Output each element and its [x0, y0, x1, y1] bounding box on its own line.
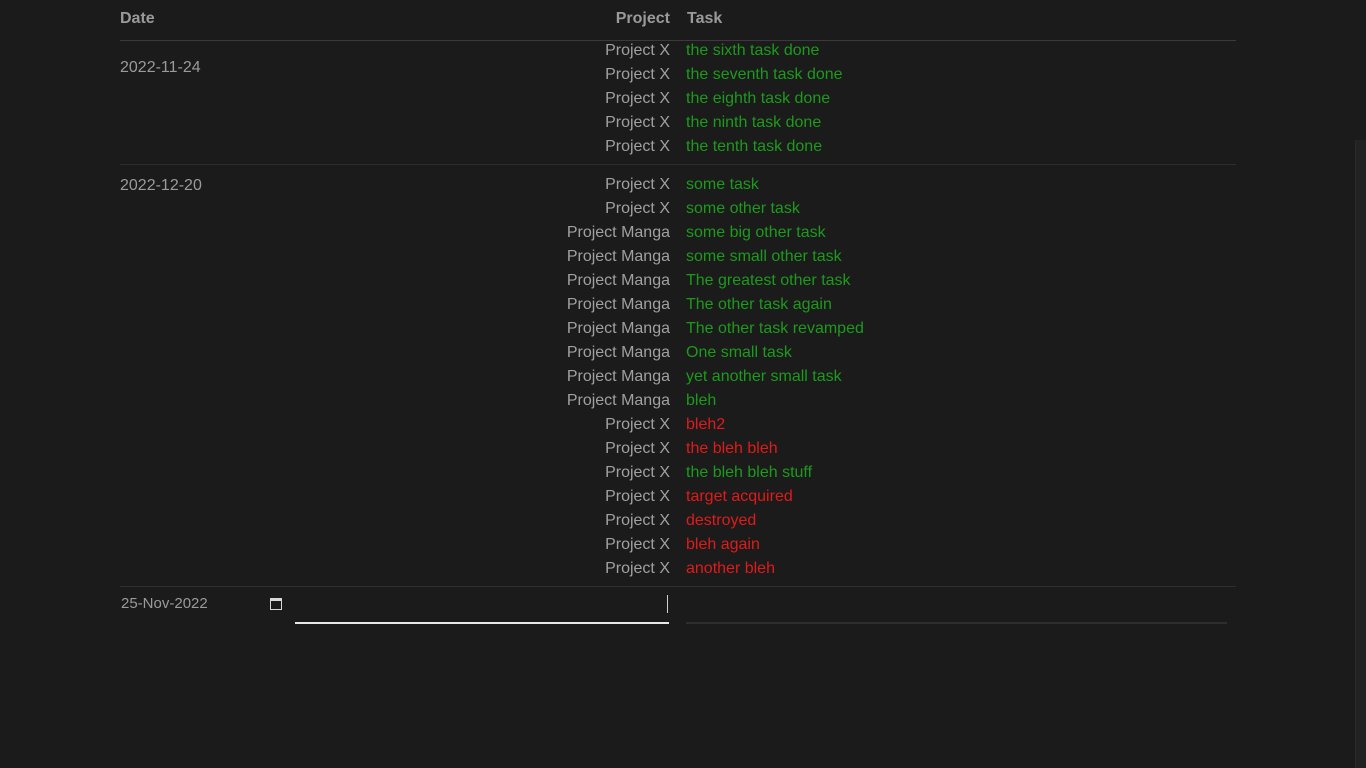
task-name[interactable]: yet another small task [686, 365, 842, 389]
task-project: Project X [605, 66, 670, 83]
task-project: Project X [605, 512, 670, 529]
task-project: Project X [605, 560, 670, 577]
task-name[interactable]: The other task revamped [686, 317, 864, 341]
task-name[interactable]: The other task again [686, 293, 832, 317]
task-project: Project X [605, 536, 670, 553]
task-name[interactable]: One small task [686, 341, 792, 365]
text-caret [667, 595, 668, 613]
task-name[interactable]: some other task [686, 197, 800, 221]
task-project: Project Manga [566, 224, 670, 241]
task-name[interactable]: the sixth task done [686, 41, 819, 63]
task-project: Project Manga [566, 344, 670, 361]
task-project: Project X [605, 114, 670, 131]
task-name[interactable]: some task [686, 173, 759, 197]
task-row[interactable]: Project X the sixth task done [120, 41, 1236, 63]
task-project: Project Manga [566, 368, 670, 385]
header-date[interactable]: Date [120, 10, 155, 28]
task-name[interactable]: bleh2 [686, 413, 725, 437]
task-row[interactable]: Project X the bleh bleh [120, 437, 1236, 461]
task-project: Project Manga [566, 272, 670, 289]
task-project: Project X [605, 440, 670, 457]
calendar-icon[interactable] [270, 598, 282, 610]
task-project: Project X [605, 416, 670, 433]
task-input[interactable] [686, 592, 1227, 624]
task-name[interactable]: the tenth task done [686, 135, 822, 159]
task-name[interactable]: another bleh [686, 557, 775, 581]
task-name[interactable]: some small other task [686, 245, 842, 269]
project-input[interactable] [295, 592, 669, 624]
task-row[interactable]: Project X some task [120, 173, 1236, 197]
task-project: Project Manga [566, 248, 670, 265]
task-row[interactable]: Project Manga yet another small task [120, 365, 1236, 389]
task-row[interactable]: Project Manga some small other task [120, 245, 1236, 269]
task-name[interactable]: destroyed [686, 509, 756, 533]
task-name[interactable]: the ninth task done [686, 111, 821, 135]
task-project: Project Manga [566, 296, 670, 313]
task-project: Project X [605, 464, 670, 481]
task-row[interactable]: Project X bleh2 [120, 413, 1236, 437]
task-row[interactable]: Project Manga The other task revamped [120, 317, 1236, 341]
task-row[interactable]: Project Manga The greatest other task [120, 269, 1236, 293]
vertical-scrollbar[interactable] [1355, 140, 1366, 768]
task-project: Project X [605, 90, 670, 107]
task-name[interactable]: The greatest other task [686, 269, 851, 293]
task-name[interactable]: the eighth task done [686, 87, 830, 111]
app-viewport: Date Project Task 2022-11-24 Project Xthe… [0, 0, 1366, 768]
task-name[interactable]: bleh again [686, 533, 760, 557]
task-row[interactable]: Project Manga One small task [120, 341, 1236, 365]
task-row[interactable]: Project X the seventh task done [120, 63, 1236, 87]
task-row[interactable]: Project X bleh again [120, 533, 1236, 557]
header-task[interactable]: Task [687, 10, 722, 28]
task-project: Project X [605, 176, 670, 193]
date-field[interactable]: 25-Nov-2022 [120, 593, 285, 615]
task-project: Project X [605, 488, 670, 505]
table-header: Date Project Task [120, 0, 1236, 41]
date-group: 2022-11-24 Project Xthe sixth task done Pr… [120, 41, 1236, 165]
task-project: Project X [605, 200, 670, 217]
task-row[interactable]: Project X some other task [120, 197, 1236, 221]
task-project: Project Manga [566, 320, 670, 337]
task-project: Project Manga [566, 392, 670, 409]
task-row[interactable]: Project Manga bleh [120, 389, 1236, 413]
task-name[interactable]: target acquired [686, 485, 793, 509]
task-row[interactable]: Project X the tenth task done [120, 135, 1236, 159]
task-name[interactable]: the seventh task done [686, 63, 843, 87]
date-field-value: 25-Nov-2022 [121, 595, 208, 612]
task-row[interactable]: Project Manga The other task again [120, 293, 1236, 317]
task-project: Project X [605, 138, 670, 155]
task-row[interactable]: Project X the eighth task done [120, 87, 1236, 111]
task-name[interactable]: bleh [686, 389, 716, 413]
table-body[interactable]: 2022-11-24 Project Xthe sixth task done Pr… [120, 41, 1236, 768]
task-row[interactable]: Project X target acquired [120, 485, 1236, 509]
task-log-table: Date Project Task 2022-11-24 Project Xthe… [120, 0, 1236, 768]
task-name[interactable]: the bleh bleh [686, 437, 778, 461]
task-row[interactable]: Project X another bleh [120, 557, 1236, 581]
task-name[interactable]: the bleh bleh stuff [686, 461, 812, 485]
date-group: 2022-12-20 Project Xsome task Project Xsom… [120, 165, 1236, 587]
rows-container: 2022-11-24 Project Xthe sixth task done Pr… [120, 41, 1236, 627]
task-project: Project X [605, 42, 670, 59]
task-row[interactable]: Project X destroyed [120, 509, 1236, 533]
new-entry-row: 25-Nov-2022 [120, 587, 1236, 627]
header-project[interactable]: Project [616, 10, 670, 28]
task-row[interactable]: Project Manga some big other task [120, 221, 1236, 245]
task-row[interactable]: Project X the ninth task done [120, 111, 1236, 135]
task-row[interactable]: Project X the bleh bleh stuff [120, 461, 1236, 485]
task-name[interactable]: some big other task [686, 221, 826, 245]
